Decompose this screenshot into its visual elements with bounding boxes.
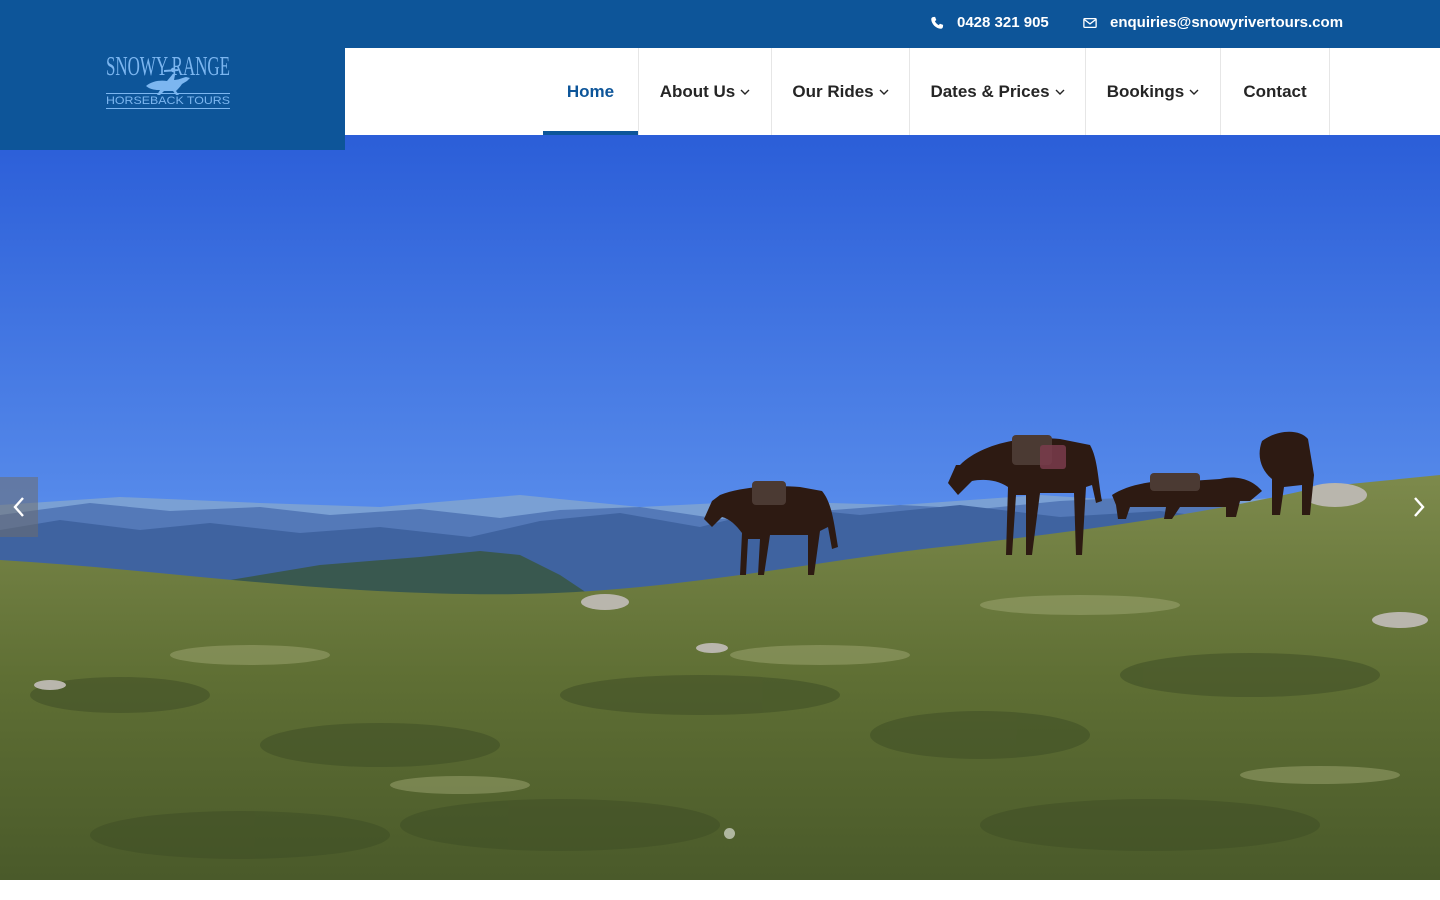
chevron-down-icon <box>879 89 889 95</box>
phone-number: 0428 321 905 <box>957 14 1049 31</box>
hero-image <box>0 135 1440 880</box>
nav-home-label: Home <box>566 81 615 101</box>
chevron-down-icon <box>1189 89 1199 95</box>
logo-wordmark: SNOWY RANGE HORSEBACK TOURS <box>106 51 230 107</box>
nav-our-rides[interactable]: Our Rides <box>772 48 910 135</box>
email-address: enquiries@snowyrivertours.com <box>1110 14 1344 31</box>
phone-link[interactable]: 0428 321 905 <box>930 14 1049 31</box>
email-link[interactable]: enquiries@snowyrivertours.com <box>1083 14 1343 31</box>
slider-dot[interactable] <box>724 828 735 839</box>
chevron-right-icon <box>1414 497 1425 517</box>
logo-panel: SNOWY RANGE HORSEBACK TOURS <box>0 0 345 150</box>
chevron-down-icon <box>740 89 750 95</box>
phone-icon <box>931 16 944 29</box>
slider-next-button[interactable] <box>1400 477 1438 537</box>
nav-dates-prices-label: Dates & Prices <box>930 81 1050 101</box>
svg-text:SNOWY RANGE: SNOWY RANGE <box>106 51 230 81</box>
chevron-down-icon <box>1055 89 1065 95</box>
nav-home[interactable]: Home <box>543 48 638 135</box>
envelope-icon <box>1083 17 1097 28</box>
nav-our-rides-label: Our Rides <box>792 81 874 101</box>
nav-about-us-label: About Us <box>659 81 736 101</box>
main-navigation: Home About Us Our Rides Dates & Prices B… <box>345 48 1440 135</box>
nav-contact[interactable]: Contact <box>1221 48 1330 135</box>
hero-slider <box>0 135 1440 880</box>
nav-contact-label: Contact <box>1243 81 1307 101</box>
svg-text:HORSEBACK TOURS: HORSEBACK TOURS <box>106 95 230 107</box>
site-logo[interactable]: SNOWY RANGE HORSEBACK TOURS <box>104 40 234 110</box>
nav-bookings-label: Bookings <box>1106 81 1185 101</box>
nav-bookings[interactable]: Bookings <box>1086 48 1221 135</box>
nav-about-us[interactable]: About Us <box>638 48 772 135</box>
nav-dates-prices[interactable]: Dates & Prices <box>910 48 1086 135</box>
slider-prev-button[interactable] <box>0 477 38 537</box>
chevron-left-icon <box>13 497 24 517</box>
